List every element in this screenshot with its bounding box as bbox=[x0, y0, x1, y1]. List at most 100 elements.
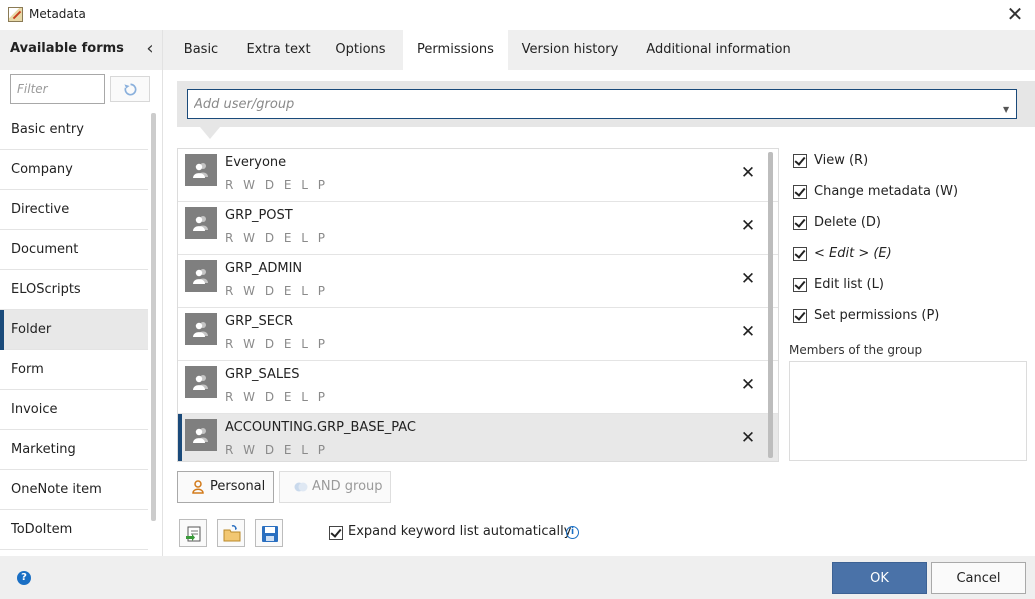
right-checkbox[interactable] bbox=[793, 185, 807, 199]
form-list: Basic entryCompanyDirectiveDocumentELOSc… bbox=[0, 110, 148, 550]
user-group-row[interactable]: GRP_SECRR W D E L P✕ bbox=[178, 308, 778, 361]
personal-button[interactable]: Personal bbox=[177, 471, 274, 503]
user-group-row[interactable]: GRP_ADMIN R W D E L P ✕ bbox=[178, 255, 778, 308]
info-icon[interactable]: i bbox=[566, 526, 579, 539]
user-list-scrollbar[interactable] bbox=[768, 152, 773, 458]
group-icon bbox=[185, 419, 217, 451]
group-icon bbox=[185, 154, 217, 186]
user-group-rights: R W D E L P bbox=[225, 443, 328, 457]
permissions-panel: ▼ Everyone R W D E L P ✕ GRP_POST R W D E L … bbox=[163, 70, 1035, 556]
right-checkbox[interactable] bbox=[793, 154, 807, 168]
user-group-name: ACCOUNTING.GRP_BASE_PAC bbox=[225, 420, 416, 435]
collapse-sidebar-icon[interactable]: ‹ bbox=[140, 38, 160, 60]
user-group-name: GRP_POST bbox=[225, 208, 293, 223]
right-checkbox[interactable] bbox=[793, 216, 807, 230]
remove-icon[interactable]: ✕ bbox=[738, 269, 758, 289]
save-button[interactable] bbox=[255, 519, 283, 547]
remove-icon[interactable]: ✕ bbox=[738, 216, 758, 236]
import-button[interactable] bbox=[179, 519, 207, 547]
filter-row bbox=[0, 70, 162, 108]
user-group-row[interactable]: GRP_SALES R W D E L P ✕ bbox=[178, 361, 778, 414]
user-group-list: Everyone R W D E L P ✕ GRP_POST R W D E L P ✕… bbox=[177, 148, 779, 462]
cancel-button[interactable]: Cancel bbox=[931, 562, 1026, 594]
remove-icon[interactable]: ✕ bbox=[738, 322, 758, 342]
user-group-name: Everyone bbox=[225, 155, 286, 170]
sidebar-item-onenote-item[interactable]: OneNote item bbox=[0, 470, 148, 510]
user-group-rights: R W D E L P bbox=[225, 284, 328, 298]
group-icon bbox=[185, 207, 217, 239]
user-group-name: GRP_ADMIN bbox=[225, 261, 302, 276]
app-icon bbox=[8, 7, 23, 22]
sidebar-item-document[interactable]: Document bbox=[0, 230, 148, 270]
ok-button[interactable]: OK bbox=[832, 562, 927, 594]
tab-additional-information[interactable]: Additional information bbox=[632, 30, 805, 70]
right-checkbox[interactable] bbox=[793, 309, 807, 323]
right-checkbox[interactable] bbox=[793, 247, 807, 261]
sidebar-item-invoice[interactable]: Invoice bbox=[0, 390, 148, 430]
sidebar-item-basic-entry[interactable]: Basic entry bbox=[0, 110, 148, 150]
expand-keyword-label: Expand keyword list automatically bbox=[348, 524, 571, 539]
right-label: < Edit > (E) bbox=[814, 246, 892, 261]
sidebar-item-directive[interactable]: Directive bbox=[0, 190, 148, 230]
save-icon bbox=[261, 525, 279, 543]
group-icon bbox=[185, 313, 217, 345]
sidebar-item-eloscripts[interactable]: ELOScripts bbox=[0, 270, 148, 310]
right-label: Delete (D) bbox=[814, 215, 881, 230]
reset-filter-button[interactable] bbox=[110, 76, 150, 102]
and-group-icon bbox=[294, 480, 308, 494]
members-title: Members of the group bbox=[789, 343, 922, 357]
filter-input[interactable] bbox=[10, 74, 105, 104]
sidebar-item-company[interactable]: Company bbox=[0, 150, 148, 190]
sidebar-header: Available forms ‹ bbox=[0, 30, 162, 70]
remove-icon[interactable]: ✕ bbox=[738, 428, 758, 448]
right-checkbox[interactable] bbox=[793, 278, 807, 292]
user-group-rights: R W D E L P bbox=[225, 390, 328, 404]
refresh-icon bbox=[123, 82, 138, 97]
tab-basic[interactable]: Basic bbox=[163, 30, 239, 70]
add-user-input[interactable] bbox=[187, 89, 1017, 119]
footer: ? OK Cancel bbox=[0, 556, 1035, 599]
title-bar: Metadata ✕ bbox=[0, 0, 1035, 30]
user-group-rights: R W D E L P bbox=[225, 178, 328, 192]
close-icon[interactable]: ✕ bbox=[1003, 2, 1027, 26]
sidebar-item-form[interactable]: Form bbox=[0, 350, 148, 390]
user-group-row[interactable]: Everyone R W D E L P ✕ bbox=[178, 149, 778, 202]
user-group-name: GRP_SECR bbox=[225, 314, 293, 329]
remove-icon[interactable]: ✕ bbox=[738, 163, 758, 183]
tab-options[interactable]: Options bbox=[318, 30, 403, 70]
folder-icon bbox=[223, 525, 241, 543]
dropdown-caret-icon[interactable]: ▼ bbox=[1003, 105, 1009, 114]
right-label: Set permissions (P) bbox=[814, 308, 939, 323]
sidebar-item-folder[interactable]: Folder bbox=[0, 310, 148, 350]
add-user-bar: ▼ bbox=[177, 81, 1035, 127]
import-icon bbox=[185, 525, 203, 543]
remove-icon[interactable]: ✕ bbox=[738, 375, 758, 395]
tab-permissions[interactable]: Permissions bbox=[403, 30, 508, 70]
right-label: Edit list (L) bbox=[814, 277, 884, 292]
group-icon bbox=[185, 366, 217, 398]
help-icon[interactable]: ? bbox=[17, 571, 31, 585]
tab-extra-text[interactable]: Extra text bbox=[239, 30, 318, 70]
sidebar-title: Available forms bbox=[10, 41, 124, 56]
open-folder-button[interactable] bbox=[217, 519, 245, 547]
expand-keyword-checkbox[interactable] bbox=[329, 526, 343, 540]
user-group-row[interactable]: ACCOUNTING.GRP_BASE_PAC R W D E L P ✕ bbox=[178, 414, 778, 462]
window-title: Metadata bbox=[29, 7, 86, 21]
user-group-row[interactable]: GRP_POST R W D E L P ✕ bbox=[178, 202, 778, 255]
right-label: View (R) bbox=[814, 153, 868, 168]
and-group-label: AND group bbox=[312, 479, 383, 494]
members-list bbox=[789, 361, 1027, 461]
tab-bar: BasicExtra textOptionsPermissionsVersion… bbox=[163, 30, 1035, 70]
sidebar-item-marketing[interactable]: Marketing bbox=[0, 430, 148, 470]
person-icon bbox=[192, 480, 204, 494]
user-group-name: GRP_SALES bbox=[225, 367, 300, 382]
personal-label: Personal bbox=[210, 479, 265, 494]
sidebar-item-todoitem[interactable]: ToDoItem bbox=[0, 510, 148, 550]
user-group-rights: R W D E L P bbox=[225, 231, 328, 245]
sidebar-scrollbar[interactable] bbox=[151, 113, 156, 521]
and-group-button[interactable]: AND group bbox=[279, 471, 391, 503]
right-label: Change metadata (W) bbox=[814, 184, 958, 199]
sidebar: Available forms ‹ Basic entryCompanyDire… bbox=[0, 30, 163, 556]
group-icon bbox=[185, 260, 217, 292]
tab-version-history[interactable]: Version history bbox=[508, 30, 632, 70]
